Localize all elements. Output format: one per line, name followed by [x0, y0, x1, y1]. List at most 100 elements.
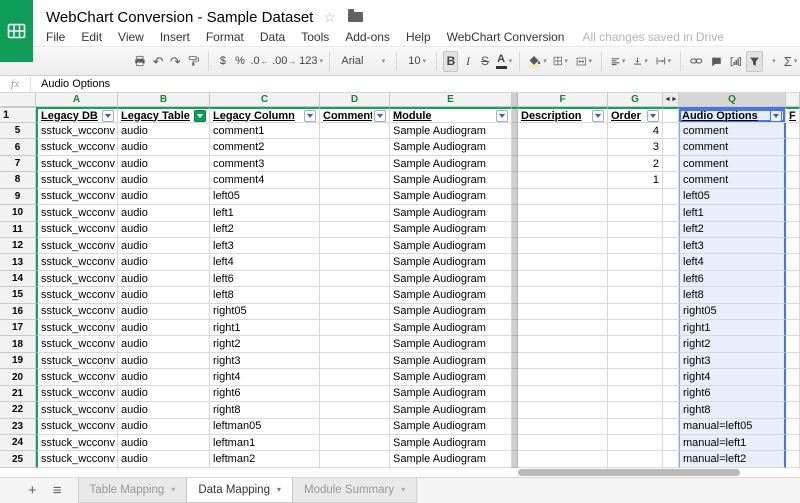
cell[interactable] [786, 238, 800, 254]
row-number[interactable]: 7 [0, 156, 36, 172]
cell[interactable] [786, 172, 800, 188]
cell[interactable]: comment3 [210, 156, 320, 172]
hidden-columns-cell[interactable] [663, 205, 679, 221]
cell[interactable]: sstuck_wcconv [36, 139, 118, 155]
row-number[interactable]: 25 [0, 451, 36, 467]
cell[interactable]: left6 [679, 271, 786, 287]
column-letter-B[interactable]: B [118, 93, 210, 107]
menu-tools[interactable]: Tools [293, 30, 337, 44]
row-number[interactable]: 18 [0, 336, 36, 352]
cell[interactable]: manual=left05 [679, 419, 786, 435]
cell[interactable]: audio [118, 451, 210, 467]
cell[interactable] [786, 402, 800, 418]
insert-comment-icon[interactable] [708, 51, 725, 72]
row-number[interactable]: 22 [0, 402, 36, 418]
cell[interactable] [320, 238, 390, 254]
cell[interactable]: Sample Audiogram [390, 369, 512, 385]
cell[interactable]: sstuck_wcconv [36, 222, 118, 238]
cell[interactable] [608, 320, 663, 336]
cell[interactable]: left4 [679, 254, 786, 270]
cell[interactable] [320, 369, 390, 385]
fill-color-button[interactable]: ▾ [526, 51, 547, 72]
cell[interactable] [608, 353, 663, 369]
cell[interactable]: sstuck_wcconv [36, 419, 118, 435]
cell[interactable]: sstuck_wcconv [36, 451, 118, 467]
cell[interactable]: right05 [210, 304, 320, 320]
cell[interactable] [608, 205, 663, 221]
cell[interactable] [518, 254, 608, 270]
cell[interactable]: audio [118, 402, 210, 418]
cell[interactable]: 3 [608, 139, 663, 155]
paint-format-icon[interactable] [185, 51, 203, 72]
cell[interactable] [786, 386, 800, 402]
row-number[interactable]: 14 [0, 271, 36, 287]
cell[interactable]: 1 [608, 172, 663, 188]
cell[interactable]: Sample Audiogram [390, 353, 512, 369]
cell[interactable] [518, 139, 608, 155]
star-icon[interactable]: ☆ [323, 10, 336, 24]
row-number[interactable]: 15 [0, 287, 36, 303]
cell[interactable]: leftman2 [210, 451, 320, 467]
cell[interactable] [786, 320, 800, 336]
tab-table-mapping[interactable]: Table Mapping▾ [78, 478, 188, 503]
cell[interactable]: right2 [679, 336, 786, 352]
hidden-columns-cell[interactable] [663, 320, 679, 336]
functions-button[interactable]: Σ▾ [782, 51, 799, 72]
cell[interactable] [518, 172, 608, 188]
cell[interactable]: sstuck_wcconv [36, 156, 118, 172]
hidden-columns-cell[interactable] [663, 402, 679, 418]
row-number[interactable]: 10 [0, 205, 36, 221]
cell[interactable]: comment [679, 156, 786, 172]
hidden-columns-marker[interactable]: ◄► [663, 93, 679, 107]
cell[interactable]: audio [118, 336, 210, 352]
cell[interactable] [320, 287, 390, 303]
cell[interactable] [786, 123, 800, 139]
undo-icon[interactable]: ↶ [151, 51, 166, 72]
tab-data-mapping[interactable]: Data Mapping▾ [186, 478, 293, 503]
cell[interactable] [786, 156, 800, 172]
header-cell-r[interactable]: Fi [786, 107, 800, 123]
cell[interactable]: leftman05 [210, 419, 320, 435]
hidden-columns-cell[interactable] [663, 304, 679, 320]
cell[interactable]: right8 [210, 402, 320, 418]
cell[interactable]: Sample Audiogram [390, 451, 512, 467]
cell[interactable]: Sample Audiogram [390, 320, 512, 336]
cell[interactable]: audio [118, 139, 210, 155]
cell[interactable]: audio [118, 419, 210, 435]
cell[interactable]: Sample Audiogram [390, 419, 512, 435]
row-number[interactable]: 12 [0, 238, 36, 254]
insert-chart-icon[interactable] [727, 51, 745, 72]
cell[interactable] [518, 189, 608, 205]
cell[interactable]: Sample Audiogram [390, 336, 512, 352]
filter-dropdown-icon[interactable] [496, 110, 508, 122]
cell[interactable]: sstuck_wcconv [36, 336, 118, 352]
horizontal-align-button[interactable]: ▾ [608, 51, 628, 72]
cell[interactable]: Sample Audiogram [390, 156, 512, 172]
borders-button[interactable]: ▾ [550, 51, 571, 72]
filter-views-caret[interactable]: ▾ [765, 51, 780, 72]
cell[interactable]: left2 [679, 222, 786, 238]
cell[interactable]: Sample Audiogram [390, 205, 512, 221]
row-number[interactable]: 20 [0, 369, 36, 385]
cell[interactable]: comment4 [210, 172, 320, 188]
tab-module-summary[interactable]: Module Summary▾ [292, 478, 417, 503]
hidden-columns-cell[interactable] [663, 254, 679, 270]
cell[interactable]: Sample Audiogram [390, 271, 512, 287]
hidden-columns-cell[interactable] [663, 107, 679, 123]
cell[interactable] [786, 287, 800, 303]
cell[interactable] [608, 271, 663, 287]
cell[interactable] [608, 238, 663, 254]
strikethrough-button[interactable]: S [477, 51, 492, 72]
cell[interactable] [518, 123, 608, 139]
cell[interactable] [786, 336, 800, 352]
cell[interactable]: sstuck_wcconv [36, 189, 118, 205]
header-cell-Q[interactable]: Audio Options [679, 107, 786, 123]
cell[interactable] [786, 189, 800, 205]
expand-left-icon[interactable]: ◄ [664, 96, 671, 103]
cell[interactable] [518, 156, 608, 172]
cell[interactable]: audio [118, 222, 210, 238]
cell[interactable] [320, 304, 390, 320]
cell[interactable]: audio [118, 435, 210, 451]
menu-format[interactable]: Format [198, 30, 252, 44]
cell[interactable] [786, 369, 800, 385]
